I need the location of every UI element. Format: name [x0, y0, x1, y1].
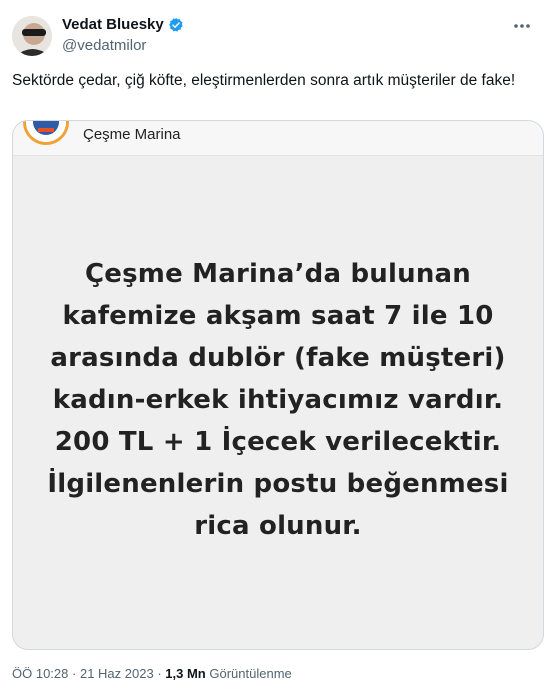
author-name-row[interactable]: Vedat Bluesky	[62, 16, 184, 33]
tweet-date[interactable]: 21 Haz 2023	[80, 666, 154, 681]
author-handle[interactable]: @vedatmilor	[62, 37, 146, 54]
views-label: Görüntülenme	[209, 666, 292, 681]
marina-logo-icon	[26, 121, 66, 142]
more-options-icon[interactable]	[512, 18, 532, 34]
meta-separator: ·	[157, 666, 162, 681]
story-account-avatar	[23, 121, 69, 145]
avatar-image	[12, 16, 52, 56]
author-name[interactable]: Vedat Bluesky	[62, 16, 164, 33]
story-account-name: Çeşme Marina	[83, 126, 181, 143]
story-header: Çeşme Marina	[13, 121, 543, 156]
author-avatar[interactable]	[12, 16, 52, 56]
tweet-time[interactable]: ÖÖ 10:28	[12, 666, 68, 681]
verified-badge-icon	[168, 17, 183, 32]
tweet-text: Sektörde çedar, çiğ köfte, eleştirmenler…	[12, 72, 516, 89]
story-text: Çeşme Marina’da bulunan kafemize akşam s…	[47, 259, 509, 541]
tweet-media[interactable]: Çeşme Marina Çeşme Marina’da bulunan kaf…	[12, 120, 544, 650]
views-count: 1,3 Mn	[165, 666, 206, 681]
meta-separator: ·	[72, 666, 77, 681]
tweet-meta: ÖÖ 10:28 · 21 Haz 2023 · 1,3 Mn Görüntül…	[12, 666, 292, 681]
